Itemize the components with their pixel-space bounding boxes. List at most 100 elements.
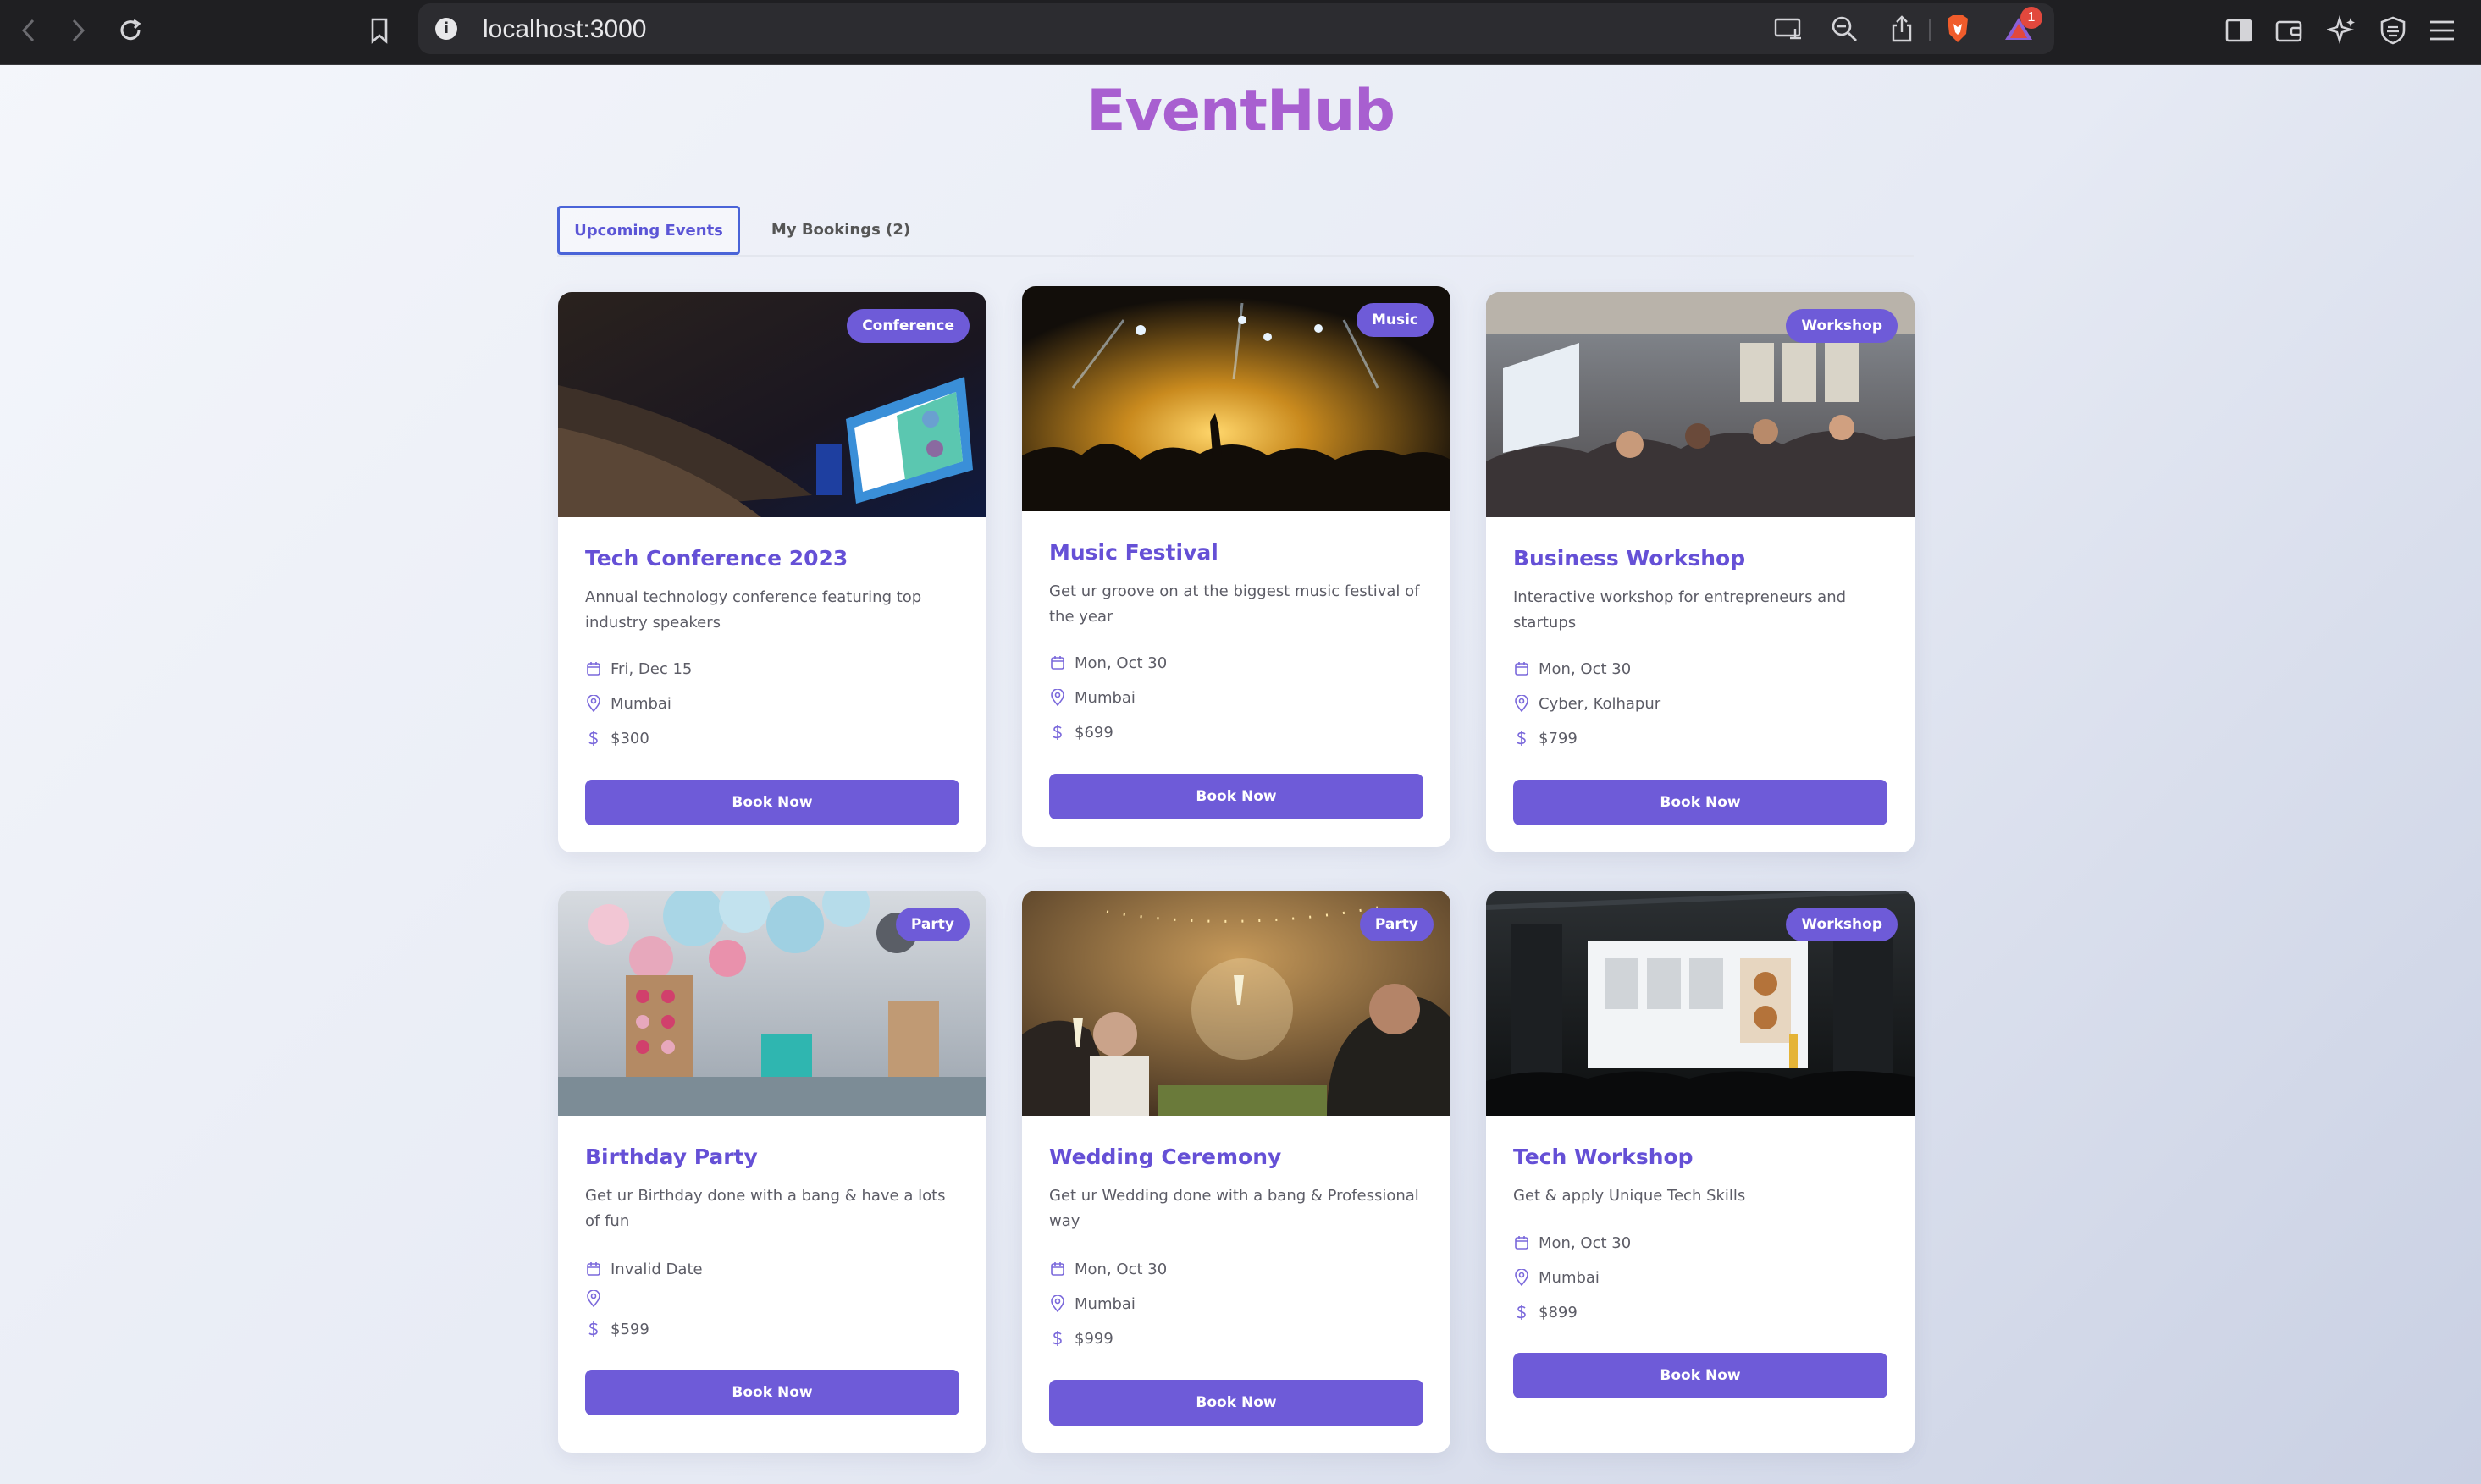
sidebar-toggle-icon[interactable] [2222, 14, 2256, 47]
book-now-button[interactable]: Book Now [1049, 1380, 1423, 1426]
event-description: Get ur Wedding done with a bang & Profes… [1049, 1187, 1419, 1230]
event-description: Get & apply Unique Tech Skills [1513, 1187, 1746, 1205]
event-price: $599 [585, 1318, 649, 1340]
calendar-icon [1049, 1261, 1066, 1277]
event-price: $300 [585, 727, 649, 749]
vpn-shield-icon[interactable] [2376, 14, 2410, 47]
cast-icon[interactable] [1773, 14, 1804, 44]
location-pin-icon [1513, 1269, 1530, 1286]
category-badge: Party [895, 908, 970, 941]
event-card: Workshop Tech Workshop Get & apply Uniqu… [1486, 891, 1915, 1453]
location-pin-icon [1513, 695, 1530, 712]
forward-button[interactable] [59, 12, 97, 49]
event-price: $799 [1513, 727, 1578, 749]
event-card: Party Birthday Party Get ur Birthday don… [558, 891, 986, 1453]
event-date: Mon, Oct 30 [1513, 658, 1631, 680]
event-location-text: Mumbai [1075, 688, 1136, 707]
dollar-icon [1049, 1330, 1066, 1347]
dollar-icon [1049, 724, 1066, 741]
dollar-icon [585, 1321, 602, 1338]
event-price-text: $599 [611, 1320, 649, 1338]
event-price: $999 [1049, 1327, 1113, 1349]
event-location-text: Mumbai [1075, 1294, 1136, 1313]
event-date: Invalid Date [585, 1258, 703, 1280]
reload-button[interactable] [112, 12, 149, 49]
event-location-text: Mumbai [1539, 1268, 1600, 1287]
event-price-text: $999 [1075, 1329, 1113, 1348]
event-price-text: $699 [1075, 723, 1113, 742]
event-date-text: Mon, Oct 30 [1539, 659, 1632, 678]
site-info-icon[interactable]: i [435, 18, 457, 40]
dollar-icon [1513, 730, 1530, 747]
location-pin-icon [1049, 1295, 1066, 1312]
event-date-text: Mon, Oct 30 [1075, 654, 1168, 672]
event-location-text: Mumbai [611, 694, 671, 713]
address-bar[interactable]: i localhost:3000 [418, 3, 2054, 54]
dollar-icon [1513, 1304, 1530, 1321]
event-card: Party Wedding Ceremony Get ur Wedding do… [1022, 891, 1450, 1453]
event-title: Wedding Ceremony [1049, 1145, 1282, 1169]
leo-ai-icon[interactable] [2325, 14, 2359, 47]
zoom-icon[interactable] [1829, 14, 1859, 44]
back-button[interactable] [10, 12, 47, 49]
tab-bar: Upcoming Events My Bookings (2) [557, 206, 1914, 257]
event-title: Birthday Party [585, 1145, 758, 1169]
event-title: Music Festival [1049, 540, 1218, 565]
calendar-icon [1049, 654, 1066, 671]
share-icon[interactable] [1887, 14, 1917, 44]
page-title: EventHub [1086, 78, 1395, 145]
calendar-icon [585, 660, 602, 677]
event-date: Mon, Oct 30 [1049, 1258, 1167, 1280]
book-now-button[interactable]: Book Now [1513, 1353, 1887, 1398]
book-now-button[interactable]: Book Now [585, 1370, 959, 1415]
event-title: Tech Workshop [1513, 1145, 1694, 1169]
category-badge: Workshop [1786, 908, 1898, 941]
event-location: Mumbai [585, 692, 671, 714]
url-text[interactable]: localhost:3000 [483, 15, 646, 44]
event-date: Mon, Oct 30 [1049, 652, 1167, 674]
category-badge: Conference [847, 309, 970, 343]
bookmark-icon [371, 18, 388, 44]
tab-upcoming-events[interactable]: Upcoming Events [557, 206, 740, 255]
event-description: Interactive workshop for entrepreneurs a… [1513, 588, 1847, 632]
event-price-text: $899 [1539, 1303, 1578, 1321]
event-date: Mon, Oct 30 [1513, 1232, 1631, 1254]
event-card: Workshop Business Workshop Interactive w… [1486, 292, 1915, 852]
bookmark-button[interactable] [361, 12, 398, 49]
event-date-text: Mon, Oct 30 [1539, 1233, 1632, 1252]
calendar-icon [1513, 1234, 1530, 1251]
reload-icon [120, 19, 141, 41]
event-location: Mumbai [1049, 687, 1136, 709]
event-date-text: Invalid Date [611, 1260, 703, 1278]
book-now-button[interactable]: Book Now [1049, 774, 1423, 819]
event-location-text: Cyber, Kolhapur [1539, 694, 1661, 713]
category-badge: Party [1359, 908, 1434, 941]
event-description: Get ur groove on at the biggest music fe… [1049, 582, 1420, 626]
event-title: Business Workshop [1513, 546, 1746, 571]
book-now-button[interactable]: Book Now [585, 780, 959, 825]
event-description: Get ur Birthday done with a bang & have … [585, 1187, 946, 1230]
event-price-text: $300 [611, 729, 649, 748]
calendar-icon [585, 1261, 602, 1277]
menu-icon[interactable] [2425, 14, 2459, 47]
wallet-icon[interactable] [2273, 14, 2307, 47]
book-now-button[interactable]: Book Now [1513, 780, 1887, 825]
event-location: Mumbai [1513, 1266, 1600, 1288]
back-icon [21, 19, 35, 42]
forward-icon [72, 19, 86, 42]
dollar-icon [585, 730, 602, 747]
event-description: Annual technology conference featuring t… [585, 588, 922, 632]
brave-shields-icon[interactable] [1942, 14, 1973, 44]
location-pin-icon [1049, 689, 1066, 706]
tab-my-bookings[interactable]: My Bookings (2) [752, 206, 930, 255]
event-price: $899 [1513, 1301, 1578, 1323]
category-badge: Workshop [1786, 309, 1898, 343]
event-date: Fri, Dec 15 [585, 658, 692, 680]
notification-badge: 1 [2020, 7, 2042, 29]
event-location [585, 1288, 611, 1310]
category-badge: Music [1356, 303, 1434, 337]
location-pin-icon [585, 1290, 602, 1307]
event-card: Music Music Festival Get ur groove on at… [1022, 286, 1450, 847]
event-date-text: Mon, Oct 30 [1075, 1260, 1168, 1278]
browser-toolbar: i localhost:3000 1 [0, 0, 2481, 65]
